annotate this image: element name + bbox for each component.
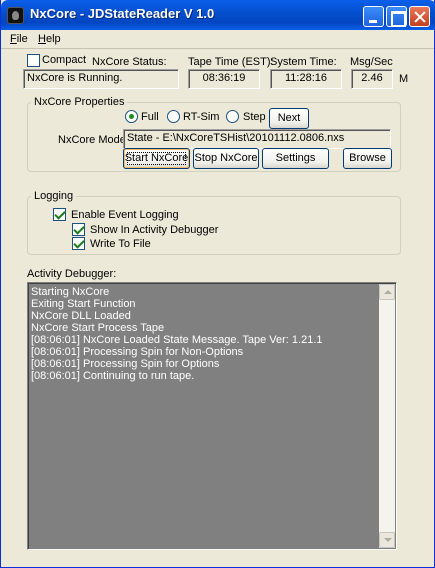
debugger-line: NxCore DLL Loaded [31, 310, 131, 322]
title-bar[interactable]: NxCore - JDStateReader V 1.0 [1, 0, 435, 30]
scroll-down-button[interactable] [379, 532, 395, 548]
activity-debugger-label: Activity Debugger: [27, 268, 117, 280]
debugger-line: Exiting Start Function [31, 298, 136, 310]
logging-title: Logging [31, 190, 77, 202]
window-title: NxCore - JDStateReader V 1.0 [30, 6, 215, 21]
msg-sec-field: 2.46 [351, 69, 393, 89]
write-to-file-checkbox[interactable] [72, 237, 85, 250]
show-in-debugger-checkbox[interactable] [72, 223, 85, 236]
browse-button[interactable]: Browse [343, 148, 392, 169]
menu-file-label: ile [16, 33, 28, 45]
app-icon[interactable] [7, 7, 24, 24]
maximize-icon [387, 7, 406, 27]
enable-event-logging-checkbox[interactable] [53, 208, 66, 221]
scroll-down-icon [384, 538, 392, 542]
system-time-field: 11:28:16 [270, 69, 342, 89]
stop-nxcore-button[interactable]: Stop NxCore [193, 148, 259, 169]
nxcore-mode-field: State - E:\NxCoreTSHist\20101112.0806.nx… [123, 129, 391, 149]
menu-file[interactable]: File [10, 33, 28, 45]
nxcore-status-label: NxCore Status: [92, 56, 167, 68]
next-button[interactable]: Next [269, 108, 309, 129]
minimize-icon [364, 7, 383, 26]
focus-ring [127, 152, 186, 165]
debugger-line: [08:06:01] Processing Spin for Non-Optio… [31, 346, 244, 358]
mode-rtsim-label: RT-Sim [183, 111, 220, 123]
debugger-line: [08:06:01] NxCore Loaded State Message. … [31, 334, 323, 346]
mode-step-radio[interactable] [226, 110, 239, 123]
tape-time-label: Tape Time (EST): [188, 56, 274, 68]
start-nxcore-button[interactable]: Start NxCore [123, 148, 190, 169]
main-window: NxCore - JDStateReader V 1.0 File Help C… [0, 0, 435, 568]
scroll-up-icon [384, 290, 392, 294]
mode-full-label: Full [141, 111, 159, 123]
system-time-label: System Time: [270, 56, 337, 68]
mode-full-radio[interactable] [125, 110, 138, 123]
close-icon [410, 7, 429, 26]
menu-bar: File Help [1, 30, 434, 49]
nxcore-status-field: NxCore is Running. [23, 69, 179, 89]
menu-help-label: elp [45, 33, 61, 45]
activity-debugger-list[interactable]: Starting NxCore Exiting Start Function NxC… [27, 282, 397, 550]
close-button[interactable] [409, 6, 430, 27]
show-in-debugger-label: Show In Activity Debugger [90, 224, 219, 236]
mode-rtsim-radio[interactable] [167, 110, 180, 123]
mode-step-label: Step [243, 111, 266, 123]
scroll-up-button[interactable] [379, 284, 395, 300]
msg-sec-label: Msg/Sec [350, 56, 393, 68]
enable-event-logging-label: Enable Event Logging [71, 209, 179, 221]
tape-time-field: 08:36:19 [188, 69, 260, 89]
debugger-line: NxCore Start Process Tape [31, 322, 165, 334]
minimize-button[interactable] [363, 6, 384, 27]
debugger-line: [08:06:01] Continuing to run tape. [31, 370, 195, 382]
msg-sec-unit: M [399, 73, 409, 85]
debugger-line: [08:06:01] Processing Spin for Options [31, 358, 220, 370]
debugger-scrollbar[interactable] [379, 284, 395, 548]
compact-checkbox[interactable] [27, 54, 40, 67]
nxcore-properties-title: NxCore Properties [31, 96, 128, 108]
menu-file-accelerator: F [10, 33, 17, 45]
debugger-line: Starting NxCore [31, 286, 110, 298]
settings-button[interactable]: Settings [262, 148, 329, 169]
debugger-lines: Starting NxCore Exiting Start Function NxC… [31, 286, 376, 382]
nxcore-mode-label: NxCore Mode: [58, 134, 129, 146]
maximize-button[interactable] [386, 6, 407, 27]
compact-label: Compact [42, 54, 87, 66]
write-to-file-label: Write To File [90, 238, 151, 250]
menu-help[interactable]: Help [38, 33, 61, 45]
menu-help-accelerator: H [38, 33, 46, 45]
